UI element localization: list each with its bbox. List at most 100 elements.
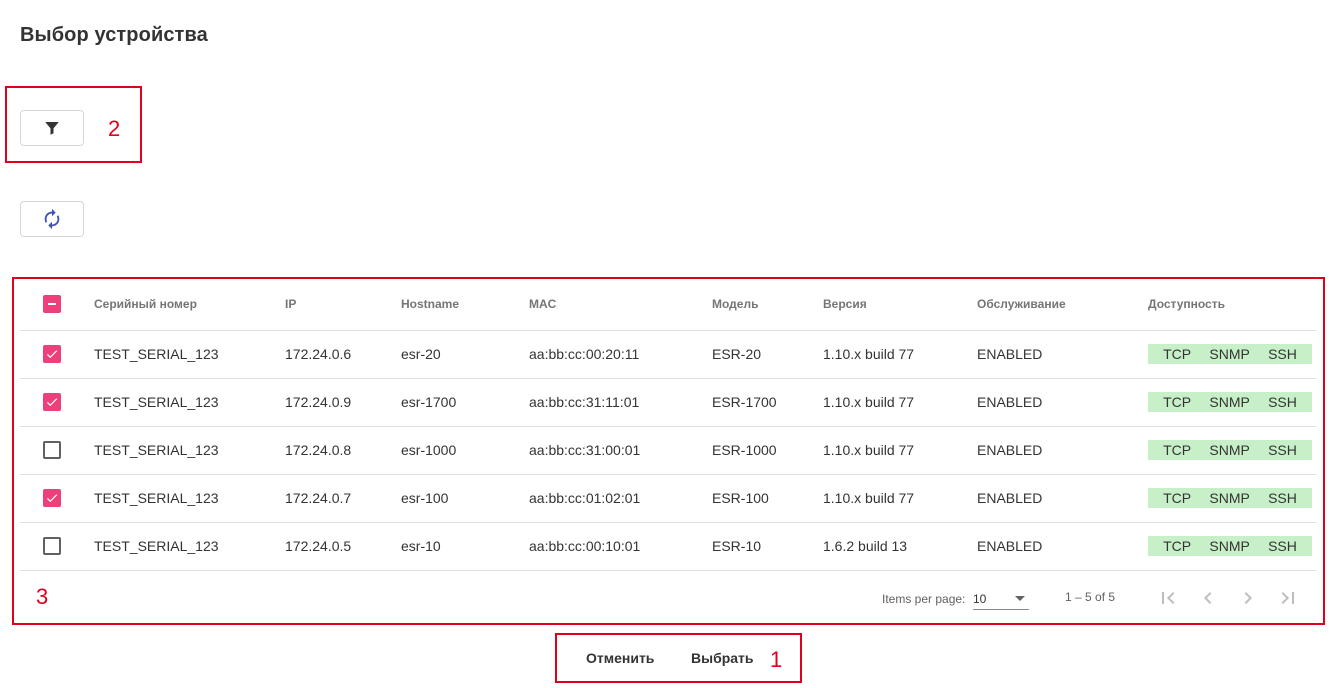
dropdown-arrow-icon	[1015, 596, 1025, 601]
row-checkbox[interactable]	[43, 489, 61, 508]
page-size-value: 10	[973, 592, 987, 606]
protocol-badge: SNMP	[1209, 490, 1250, 506]
annotation-number-table: 3	[36, 584, 49, 609]
table-row[interactable]: TEST_SERIAL_123 172.24.0.8 esr-1000 aa:bb:c…	[20, 426, 1316, 475]
chevron-left-icon	[1204, 592, 1212, 604]
column-header-version[interactable]: Версия	[823, 278, 977, 331]
cell-mac: aa:bb:cc:01:02:01	[529, 474, 712, 523]
cell-hostname: esr-1700	[401, 378, 529, 427]
refresh-icon	[44, 208, 60, 230]
first-page-icon	[1162, 592, 1175, 604]
cell-hostname: esr-10	[401, 522, 529, 571]
column-header-model[interactable]: Модель	[712, 278, 823, 331]
cell-ip: 172.24.0.5	[285, 522, 401, 571]
annotation-number-actions: 1	[770, 647, 783, 672]
row-checkbox[interactable]	[43, 441, 61, 460]
table-row[interactable]: TEST_SERIAL_123 172.24.0.9 esr-1700 aa:bb:c…	[20, 378, 1316, 427]
filter-icon	[45, 122, 59, 135]
cell-model: ESR-1000	[712, 426, 823, 475]
cell-ip: 172.24.0.9	[285, 378, 401, 427]
paginator: Items per page: 10 1 – 5 of 5	[20, 570, 1316, 626]
column-header-serial[interactable]: Серийный номер	[94, 278, 285, 331]
cell-ip: 172.24.0.6	[285, 330, 401, 379]
protocol-badge: SSH	[1268, 490, 1297, 506]
checkmark-icon	[46, 350, 58, 359]
column-header-ip[interactable]: IP	[285, 278, 401, 331]
row-checkbox[interactable]	[43, 537, 61, 556]
page-title: Выбор устройства	[20, 24, 208, 46]
next-page-button[interactable]	[1236, 586, 1260, 610]
last-page-icon	[1281, 592, 1294, 604]
devices-table: Серийный номер IP Hostname MAC Модель Ве…	[20, 278, 1316, 571]
cell-serial: TEST_SERIAL_123	[94, 330, 285, 379]
cell-mac: aa:bb:cc:00:10:01	[529, 522, 712, 571]
protocol-badge: SNMP	[1209, 442, 1250, 458]
table-header-row: Серийный номер IP Hostname MAC Модель Ве…	[20, 278, 1316, 331]
cell-model: ESR-20	[712, 330, 823, 379]
protocol-badge: SSH	[1268, 538, 1297, 554]
cell-availability: TCP SNMP SSH	[1148, 378, 1316, 427]
previous-page-button[interactable]	[1196, 586, 1220, 610]
cell-availability: TCP SNMP SSH	[1148, 426, 1316, 475]
cell-ip: 172.24.0.8	[285, 426, 401, 475]
select-button[interactable]: Выбрать	[691, 650, 754, 666]
page-size-select[interactable]: 10	[973, 586, 1029, 610]
cell-hostname: esr-100	[401, 474, 529, 523]
cell-mac: aa:bb:cc:00:20:11	[529, 330, 712, 379]
cell-version: 1.10.x build 77	[823, 474, 977, 523]
cell-serial: TEST_SERIAL_123	[94, 522, 285, 571]
chevron-right-icon	[1244, 592, 1252, 604]
cell-availability: TCP SNMP SSH	[1148, 330, 1316, 379]
column-header-availability[interactable]: Доступность	[1148, 278, 1316, 331]
availability-badges: TCP SNMP SSH	[1148, 344, 1312, 364]
refresh-button[interactable]	[20, 201, 84, 237]
cell-model: ESR-10	[712, 522, 823, 571]
cell-availability: TCP SNMP SSH	[1148, 522, 1316, 571]
cell-model: ESR-1700	[712, 378, 823, 427]
indeterminate-icon	[48, 302, 56, 305]
protocol-badge: TCP	[1163, 538, 1192, 554]
last-page-button[interactable]	[1276, 586, 1300, 610]
cell-ip: 172.24.0.7	[285, 474, 401, 523]
checkmark-icon	[46, 398, 58, 407]
availability-badges: TCP SNMP SSH	[1148, 488, 1312, 508]
cell-hostname: esr-1000	[401, 426, 529, 475]
protocol-badge: SNMP	[1209, 346, 1250, 362]
cell-serial: TEST_SERIAL_123	[94, 474, 285, 523]
availability-badges: TCP SNMP SSH	[1148, 440, 1312, 460]
annotation-number-filter: 2	[108, 116, 121, 141]
cell-version: 1.10.x build 77	[823, 426, 977, 475]
table-row[interactable]: TEST_SERIAL_123 172.24.0.5 esr-10 aa:bb:cc:…	[20, 522, 1316, 571]
availability-badges: TCP SNMP SSH	[1148, 536, 1312, 556]
select-all-checkbox[interactable]	[43, 294, 61, 313]
protocol-badge: TCP	[1163, 346, 1192, 362]
row-checkbox[interactable]	[43, 393, 61, 412]
cell-mac: aa:bb:cc:31:11:01	[529, 378, 712, 427]
filter-button[interactable]	[20, 110, 84, 146]
cancel-button[interactable]: Отменить	[586, 650, 654, 666]
cell-service: ENABLED	[977, 426, 1148, 475]
protocol-badge: SSH	[1268, 442, 1297, 458]
table-row[interactable]: TEST_SERIAL_123 172.24.0.7 esr-100 aa:bb:cc…	[20, 474, 1316, 523]
row-checkbox[interactable]	[43, 345, 61, 364]
protocol-badge: TCP	[1163, 394, 1192, 410]
cell-version: 1.10.x build 77	[823, 330, 977, 379]
column-header-mac[interactable]: MAC	[529, 278, 712, 331]
first-page-button[interactable]	[1156, 586, 1180, 610]
cell-serial: TEST_SERIAL_123	[94, 426, 285, 475]
column-header-service[interactable]: Обслуживание	[977, 278, 1148, 331]
cell-mac: aa:bb:cc:31:00:01	[529, 426, 712, 475]
cell-availability: TCP SNMP SSH	[1148, 474, 1316, 523]
protocol-badge: SSH	[1268, 346, 1297, 362]
cell-version: 1.6.2 build 13	[823, 522, 977, 571]
cell-serial: TEST_SERIAL_123	[94, 378, 285, 427]
cell-version: 1.10.x build 77	[823, 378, 977, 427]
items-per-page-label: Items per page:	[882, 592, 966, 606]
checkmark-icon	[46, 494, 58, 503]
cell-service: ENABLED	[977, 522, 1148, 571]
protocol-badge: SSH	[1268, 394, 1297, 410]
protocol-badge: TCP	[1163, 490, 1192, 506]
table-row[interactable]: TEST_SERIAL_123 172.24.0.6 esr-20 aa:bb:cc:…	[20, 330, 1316, 379]
page-range-label: 1 – 5 of 5	[1065, 590, 1116, 604]
column-header-hostname[interactable]: Hostname	[401, 278, 529, 331]
